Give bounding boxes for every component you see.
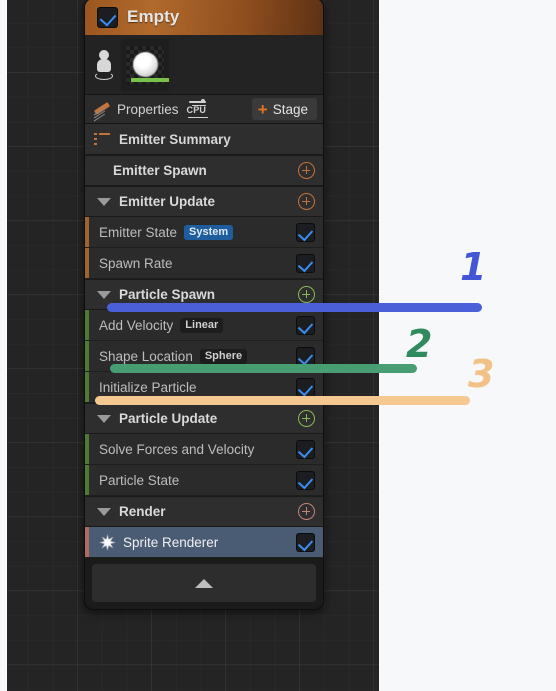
section-header-render[interactable]: Render	[85, 496, 323, 527]
emitter-preview-thumbnail[interactable]	[121, 38, 169, 91]
section-label: Emitter Update	[119, 194, 216, 209]
list-icon	[94, 132, 110, 146]
annotation-number-3: 3	[468, 352, 495, 396]
module-variant-pill: System	[184, 224, 234, 240]
module-enabled-checkbox[interactable]	[296, 222, 315, 242]
emitter-name-label: Empty	[127, 7, 180, 26]
section-header-emitter-spawn[interactable]: Emitter Spawn	[85, 155, 323, 186]
pencil-icon[interactable]	[93, 101, 111, 122]
sphere-preview-icon	[133, 51, 158, 77]
module-label: Particle State	[99, 472, 180, 488]
section-accent-bar	[85, 341, 89, 371]
screenshot-root: Empty Properties CPU + Stage Emitter Sum…	[0, 0, 556, 691]
module-row[interactable]: Add Velocity Linear	[85, 310, 323, 341]
module-label: Initialize Particle	[99, 379, 197, 395]
module-enabled-checkbox[interactable]	[296, 439, 315, 459]
module-variant-pill: Sphere	[199, 348, 248, 364]
add-module-button[interactable]	[298, 503, 315, 520]
emitter-enabled-checkbox[interactable]	[97, 6, 118, 28]
section-header-emitter-update[interactable]: Emitter Update	[85, 186, 323, 217]
emitter-thumbnail-row	[85, 35, 323, 95]
section-accent-bar	[85, 465, 89, 495]
module-row[interactable]: Spawn Rate	[85, 248, 323, 279]
add-stage-button[interactable]: + Stage	[251, 98, 317, 120]
module-enabled-checkbox[interactable]	[296, 346, 315, 366]
annotation-line-3	[95, 396, 470, 405]
section-accent-bar	[85, 434, 89, 464]
emitter-toolbar: Properties CPU + Stage	[85, 95, 323, 124]
module-label: Sprite Renderer	[123, 534, 219, 550]
annotation-number-2: 2	[406, 322, 433, 366]
add-module-button[interactable]	[298, 286, 315, 303]
module-enabled-checkbox[interactable]	[296, 377, 315, 397]
module-enabled-checkbox[interactable]	[296, 253, 315, 273]
module-row[interactable]: Solve Forces and Velocity	[85, 434, 323, 465]
module-variant-pill: Linear	[180, 317, 224, 333]
chevron-up-icon	[195, 578, 213, 588]
properties-label[interactable]: Properties	[117, 102, 179, 117]
module-row[interactable]: Particle State	[85, 465, 323, 496]
module-label: Solve Forces and Velocity	[99, 441, 255, 457]
module-label: Shape Location	[99, 348, 193, 364]
cpu-icon[interactable]: CPU	[187, 99, 211, 119]
collapse-node-bar[interactable]	[92, 564, 316, 602]
annotation-number-1: 1	[460, 245, 487, 289]
preview-status-bar	[131, 77, 169, 82]
section-label: Emitter Spawn	[113, 163, 207, 178]
module-row[interactable]: Emitter State System	[85, 217, 323, 248]
chevron-down-icon[interactable]	[97, 414, 111, 423]
section-label: Particle Update	[119, 411, 218, 426]
star-icon	[99, 533, 116, 551]
chevron-down-icon[interactable]	[97, 507, 111, 516]
chevron-down-icon[interactable]	[97, 197, 111, 206]
section-header-particle-update[interactable]: Particle Update	[85, 403, 323, 434]
annotation-line-1	[107, 303, 482, 312]
section-accent-bar	[85, 372, 89, 402]
section-accent-bar	[85, 248, 89, 278]
module-row[interactable]: Sprite Renderer	[85, 527, 323, 558]
section-accent-bar	[85, 527, 89, 557]
emitter-summary-label: Emitter Summary	[119, 131, 231, 147]
module-enabled-checkbox[interactable]	[296, 470, 315, 490]
chevron-down-icon[interactable]	[97, 290, 111, 299]
module-label: Emitter State	[99, 224, 178, 240]
emitter-stack-sections: Emitter Spawn Emitter Update Emitter State…	[85, 155, 323, 558]
module-label: Spawn Rate	[99, 255, 173, 271]
add-module-button[interactable]	[298, 410, 315, 427]
emitter-summary-row[interactable]: Emitter Summary	[85, 124, 323, 155]
section-accent-bar	[85, 310, 89, 340]
section-label: Particle Spawn	[119, 287, 216, 302]
person-icon	[94, 48, 114, 82]
module-enabled-checkbox[interactable]	[296, 532, 315, 552]
stage-label: Stage	[272, 101, 308, 117]
plus-icon: +	[257, 99, 268, 119]
emitter-header[interactable]: Empty	[85, 0, 323, 35]
add-module-button[interactable]	[298, 193, 315, 210]
module-enabled-checkbox[interactable]	[296, 315, 315, 335]
annotation-line-2	[110, 364, 417, 373]
module-label: Add Velocity	[99, 317, 174, 333]
section-label: Render	[119, 504, 166, 519]
add-module-button[interactable]	[298, 162, 315, 179]
section-accent-bar	[85, 217, 89, 247]
